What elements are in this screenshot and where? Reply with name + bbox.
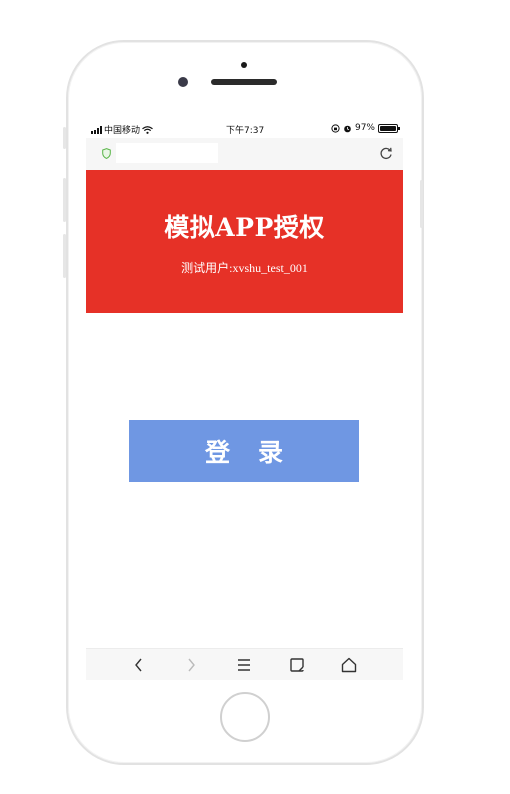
alarm-icon [344,125,351,132]
header-banner: 模拟APP授权 测试用户:xvshu_test_001 [86,170,403,313]
page-title: 模拟APP授权 [164,213,325,242]
proximity-sensor [241,62,247,68]
carrier-label: 中国移动 [104,126,141,136]
battery-percent: 97% [354,123,375,133]
login-button[interactable]: 登录 [129,420,359,482]
front-camera [178,77,188,87]
phone-screen: 中国移动 下午7:37 97% 模拟APP授权 测试用户:xvshu_test_… [86,120,403,680]
battery-icon [378,123,400,133]
volume-up-button [63,178,66,222]
home-button[interactable] [220,692,270,742]
power-button [420,180,423,228]
earpiece-speaker [211,79,277,85]
tabs-icon[interactable] [288,656,306,674]
back-icon[interactable] [130,656,148,674]
shield-icon [102,148,111,159]
volume-down-button [63,234,66,278]
test-user-label: 测试用户:xvshu_test_001 [181,261,308,275]
browser-address-bar [86,138,403,171]
reload-icon[interactable] [379,146,393,160]
browser-toolbar [86,648,403,680]
status-time: 下午7:37 [226,126,265,136]
url-field[interactable] [116,143,218,163]
status-bar: 中国移动 下午7:37 97% [86,120,403,138]
forward-icon[interactable] [182,656,200,674]
home-icon[interactable] [340,656,358,674]
signal-icon [91,125,102,134]
menu-icon[interactable] [235,656,253,674]
wifi-icon [142,125,153,134]
mute-switch [63,127,66,149]
orientation-lock-icon [331,123,340,133]
